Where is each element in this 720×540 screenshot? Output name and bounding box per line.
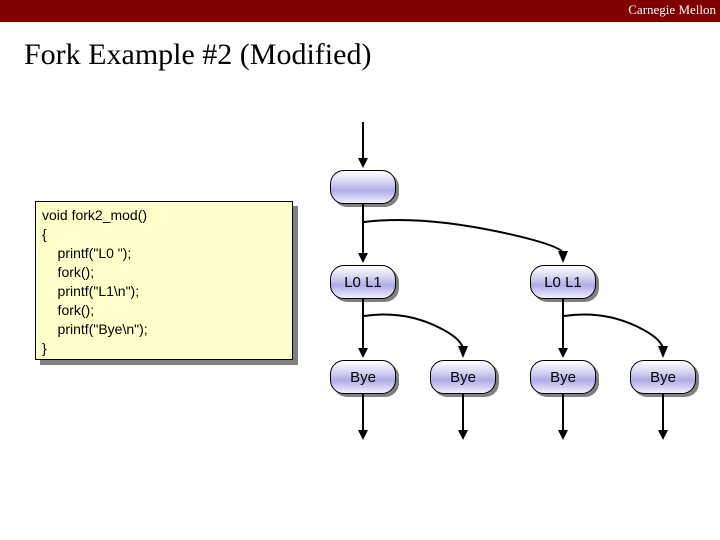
fork-connector	[0, 0, 720, 540]
